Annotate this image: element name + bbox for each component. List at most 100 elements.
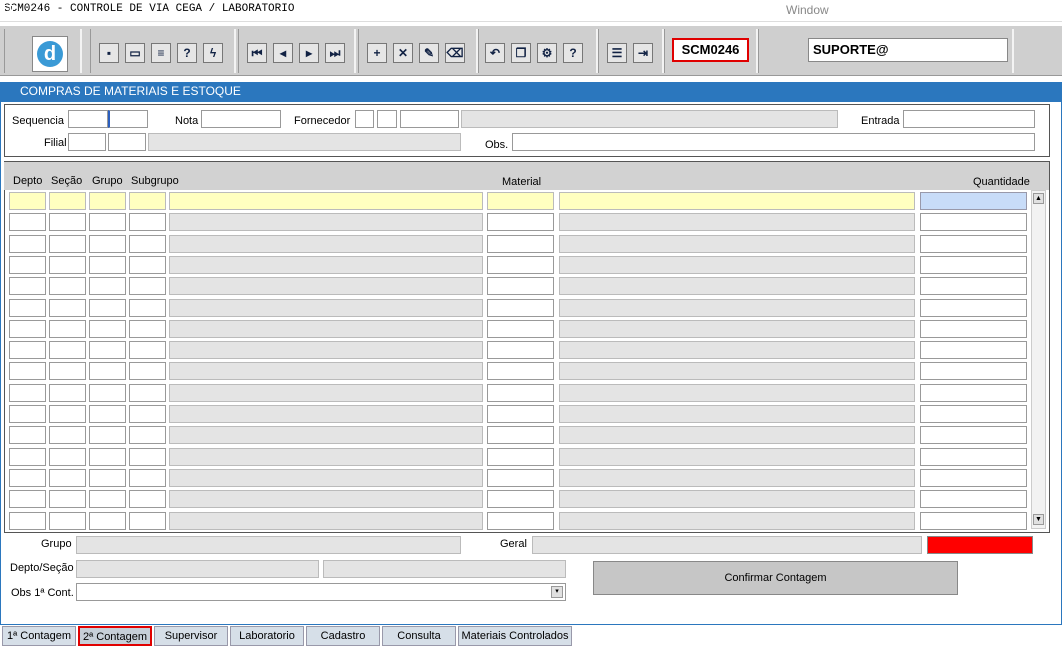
filial-sub-input[interactable] [108,133,146,151]
undo-icon[interactable]: ↶ [485,43,505,63]
next-record-icon[interactable]: ▸ [299,43,319,63]
previous-record-icon[interactable]: ◂ [273,43,293,63]
subgrupo-cell[interactable] [129,511,166,530]
secao-cell[interactable] [49,490,86,509]
quantidade-cell[interactable] [920,298,1027,317]
delete-record-icon[interactable]: ✕ [393,43,413,63]
settings-icon[interactable]: ⚙ [537,43,557,63]
window-menu[interactable]: Window [786,3,829,17]
secao-cell[interactable] [49,383,86,402]
last-record-icon[interactable]: ⏭ [325,43,345,63]
subgrupo-cell[interactable] [129,192,166,210]
clear-icon[interactable]: ⌫ [445,43,465,63]
subgrupo-cell[interactable] [129,255,166,274]
quantidade-cell[interactable] [920,447,1027,466]
scroll-up-icon[interactable]: ▲ [1033,193,1044,204]
subgrupo-cell[interactable] [129,341,166,360]
material-cell[interactable] [487,255,554,274]
obs-input[interactable] [512,133,1035,151]
quantidade-cell[interactable] [920,362,1027,381]
insert-record-icon[interactable]: + [367,43,387,63]
secao-cell[interactable] [49,192,86,210]
material-cell[interactable] [487,277,554,296]
material-cell[interactable] [487,213,554,232]
depto-cell[interactable] [9,298,46,317]
grupo-cell[interactable] [89,447,126,466]
subgrupo-cell[interactable] [129,405,166,423]
depto-cell[interactable] [9,383,46,402]
depto-cell[interactable] [9,468,46,487]
depto-cell[interactable] [9,447,46,466]
depto-cell[interactable] [9,362,46,381]
depto-cell[interactable] [9,192,46,210]
grupo-cell[interactable] [89,255,126,274]
sequencia-input[interactable] [68,110,108,128]
grupo-cell[interactable] [89,383,126,402]
quantidade-cell[interactable] [920,341,1027,360]
quantidade-cell[interactable] [920,277,1027,296]
secao-cell[interactable] [49,277,86,296]
material-cell[interactable] [487,319,554,338]
quantidade-cell[interactable] [920,192,1027,210]
depto-cell[interactable] [9,490,46,509]
collapse-icon[interactable]: « [4,5,13,14]
quantidade-cell[interactable] [920,319,1027,338]
secao-cell[interactable] [49,511,86,530]
secao-cell[interactable] [49,213,86,232]
material-cell[interactable] [487,447,554,466]
grupo-cell[interactable] [89,341,126,360]
secao-cell[interactable] [49,426,86,445]
obs-expand-icon[interactable]: ▾ [551,586,563,598]
sequencia-input-2[interactable] [108,110,148,128]
fornecedor-doc-input[interactable] [400,110,459,128]
tab-1[interactable]: 1ª Contagem [2,626,76,646]
secao-cell[interactable] [49,468,86,487]
subgrupo-cell[interactable] [129,298,166,317]
save-icon[interactable]: ▪ [99,43,119,63]
quantidade-cell[interactable] [920,511,1027,530]
subgrupo-cell[interactable] [129,234,166,253]
grupo-cell[interactable] [89,192,126,210]
quantidade-cell[interactable] [920,234,1027,253]
exit-icon[interactable]: ⇥ [633,43,653,63]
query-help-icon[interactable]: ? [177,43,197,63]
quantidade-cell[interactable] [920,490,1027,509]
quantidade-cell[interactable] [920,426,1027,445]
quantidade-cell[interactable] [920,405,1027,423]
material-cell[interactable] [487,468,554,487]
quantidade-cell[interactable] [920,468,1027,487]
grupo-cell[interactable] [89,213,126,232]
grupo-cell[interactable] [89,234,126,253]
filial-input[interactable] [68,133,106,151]
quantidade-cell[interactable] [920,213,1027,232]
execute-query-icon[interactable]: ϟ [203,43,223,63]
subgrupo-cell[interactable] [129,468,166,487]
scroll-down-icon[interactable]: ▼ [1033,514,1044,525]
subgrupo-cell[interactable] [129,362,166,381]
tab-3[interactable]: Supervisor [154,626,228,646]
depto-cell[interactable] [9,341,46,360]
depto-cell[interactable] [9,511,46,530]
grid-scrollbar[interactable]: ▲ ▼ [1031,190,1046,529]
print-icon[interactable]: ≡ [151,43,171,63]
material-cell[interactable] [487,383,554,402]
depto-cell[interactable] [9,234,46,253]
secao-cell[interactable] [49,362,86,381]
grupo-cell[interactable] [89,405,126,423]
secao-cell[interactable] [49,447,86,466]
material-cell[interactable] [487,362,554,381]
subgrupo-cell[interactable] [129,213,166,232]
grupo-cell[interactable] [89,426,126,445]
depto-cell[interactable] [9,405,46,423]
material-cell[interactable] [487,405,554,423]
depto-cell[interactable] [9,426,46,445]
material-cell[interactable] [487,341,554,360]
nota-input[interactable] [201,110,281,128]
secao-cell[interactable] [49,255,86,274]
depto-cell[interactable] [9,319,46,338]
fornecedor-sub-input[interactable] [377,110,397,128]
help-icon[interactable]: ? [563,43,583,63]
grupo-cell[interactable] [89,277,126,296]
material-cell[interactable] [487,192,554,210]
grupo-cell[interactable] [89,298,126,317]
